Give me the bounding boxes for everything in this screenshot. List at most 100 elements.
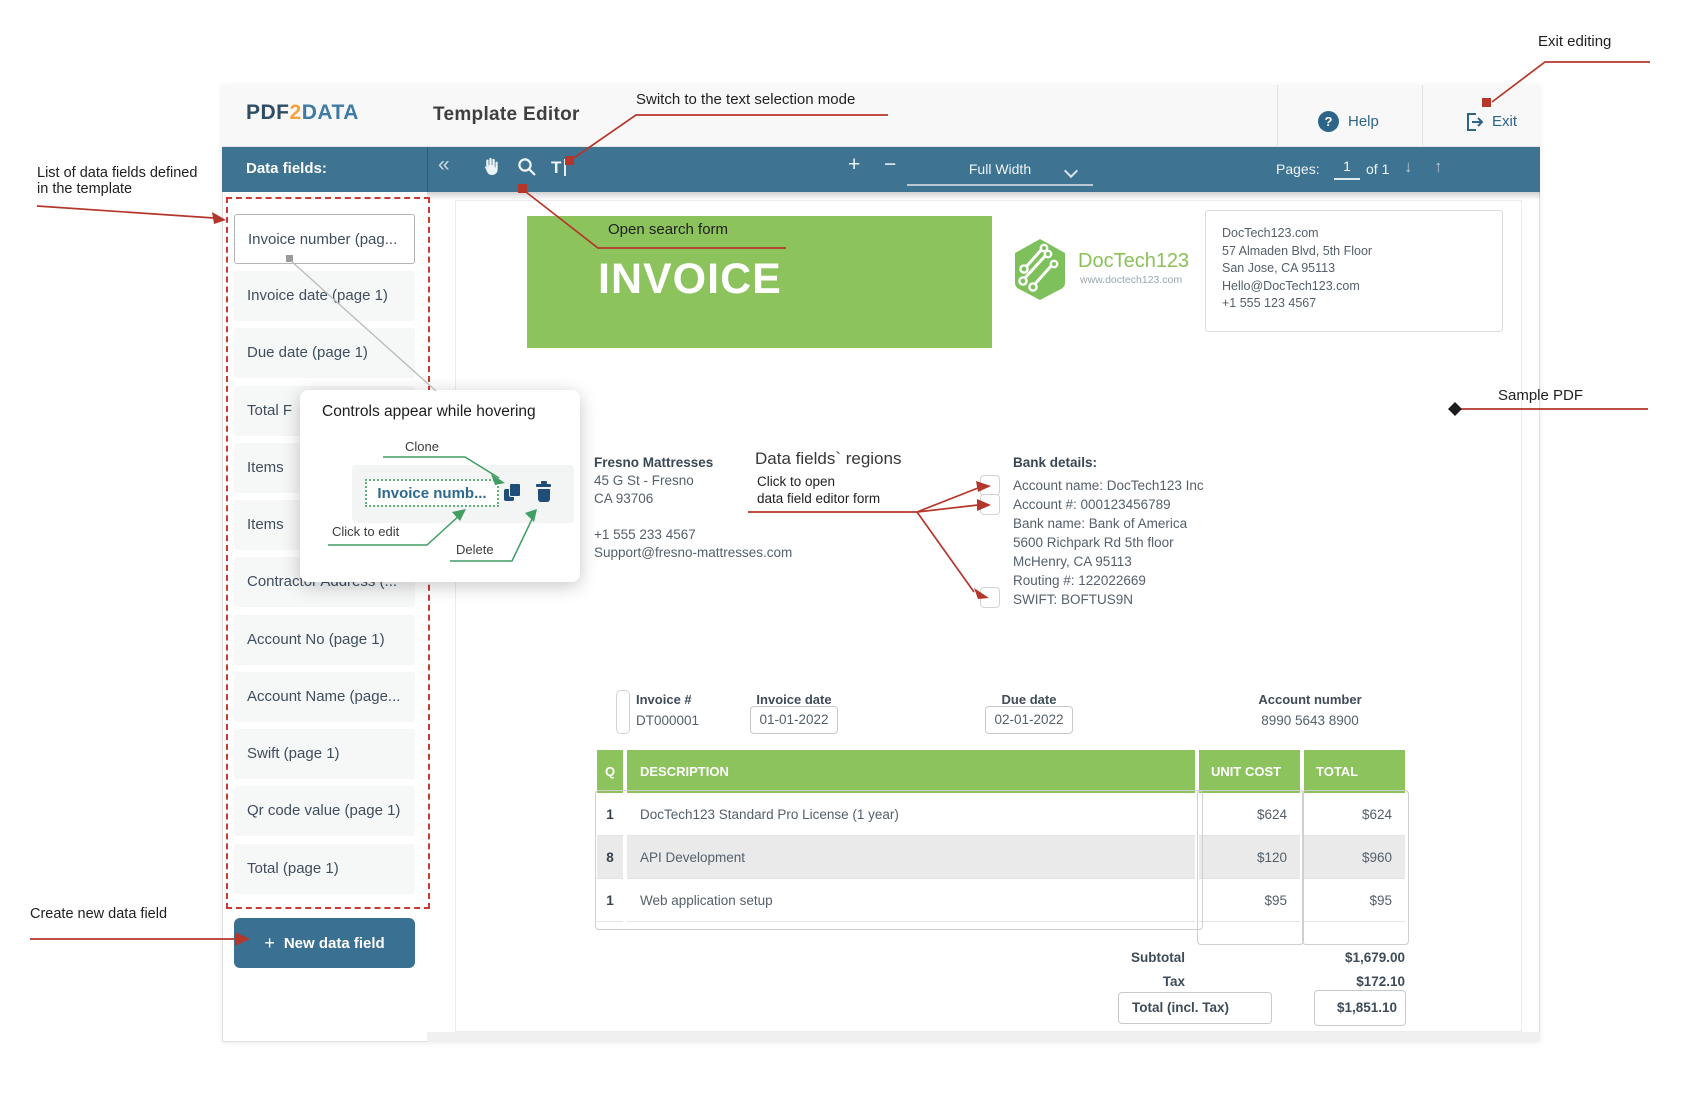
client-phone: +1 555 233 4567 [594, 527, 696, 542]
data-field-region-items-unit-cost[interactable] [1197, 790, 1304, 945]
page-up-icon[interactable]: ↑ [1434, 157, 1443, 177]
clone-annotation: Clone [405, 439, 439, 454]
data-field-region-invoice-date[interactable]: 01-01-2022 [750, 706, 838, 734]
invoice-number-value: DT000001 [636, 713, 699, 728]
column-header-unit-cost: UNIT COST [1199, 750, 1300, 793]
subtotal-value: $1,679.00 [1295, 950, 1405, 965]
bank-line: Bank name: Bank of America [1013, 516, 1187, 531]
sidebar-item-due-date[interactable]: Due date (page 1) [234, 328, 415, 378]
data-field-region-account-no[interactable] [980, 494, 1000, 515]
data-field-region-account-name[interactable] [980, 475, 1000, 496]
column-header-description: DESCRIPTION [627, 750, 1195, 793]
vendor-line: San Jose, CA 95113 [1222, 260, 1502, 278]
fields-list-annotation: List of data fields defined in the templ… [37, 165, 197, 197]
pages-total: of 1 [1366, 161, 1389, 177]
bank-line: 5600 Richpark Rd 5th floor [1013, 535, 1174, 550]
column-header-q: Q [597, 750, 623, 793]
zoom-in-icon[interactable]: + [848, 153, 860, 177]
logo-part-data: DATA [302, 101, 359, 124]
exit-icon[interactable] [1463, 111, 1485, 133]
account-number-value: 8990 5643 8900 [1240, 713, 1380, 728]
bank-line: McHenry, CA 95113 [1013, 554, 1132, 569]
app-header [222, 85, 1540, 147]
data-field-region-items-description[interactable] [595, 790, 1203, 930]
sidebar-panel-title: Data fields: [246, 160, 327, 177]
text-select-annotation: Switch to the text selection mode [636, 91, 855, 108]
tax-label: Tax [1035, 974, 1185, 989]
sidebar-item-swift[interactable]: Swift (page 1) [234, 729, 415, 779]
clone-icon[interactable] [504, 483, 522, 503]
page-title: Template Editor [433, 104, 580, 126]
tax-value: $172.10 [1295, 974, 1405, 989]
data-field-region-due-date[interactable]: 02-01-2022 [985, 706, 1073, 734]
sidebar-item-invoice-date[interactable]: Invoice date (page 1) [234, 271, 415, 321]
pan-hand-icon[interactable] [480, 156, 500, 177]
client-address-line: CA 93706 [594, 491, 653, 506]
header-divider [1422, 85, 1423, 147]
vendor-line: 57 Almaden Blvd, 5th Floor [1222, 243, 1502, 261]
regions-annotation-sub2: data field editor form [757, 491, 880, 506]
zoom-select-underline [907, 184, 1093, 186]
page-down-icon[interactable]: ↓ [1404, 157, 1413, 177]
search-icon[interactable] [517, 157, 537, 177]
plus-icon: + [264, 933, 275, 954]
click-to-edit-annotation: Click to edit [332, 524, 399, 539]
help-button[interactable]: Help [1348, 113, 1379, 130]
create-field-annotation: Create new data field [30, 906, 167, 922]
bank-line: Account name: DocTech123 Inc [1013, 478, 1204, 493]
logo-part-pdf: PDF [246, 101, 290, 124]
sidebar-item-invoice-number[interactable]: Invoice number (pag... [234, 214, 415, 264]
invoice-date-label: Invoice date [746, 692, 842, 707]
pdf2data-logo: PDF2DATA [246, 101, 359, 125]
subtotal-label: Subtotal [1035, 950, 1185, 965]
vendor-logo-name: DocTech123 [1078, 250, 1189, 273]
logo-part-2: 2 [290, 101, 302, 124]
data-field-region-total-label[interactable]: Total (incl. Tax) [1118, 992, 1272, 1024]
vendor-line: +1 555 123 4567 [1222, 295, 1502, 313]
pages-label: Pages: [1276, 161, 1320, 177]
viewport-shadow [427, 192, 1540, 200]
vendor-line: Hello@DocTech123.com [1222, 278, 1502, 296]
column-header-total: TOTAL [1304, 750, 1405, 793]
screen: PDF2DATA Template Editor ? Help Exit Dat… [0, 0, 1683, 1116]
exit-button[interactable]: Exit [1492, 113, 1517, 130]
vendor-address-card: DocTech123.com 57 Almaden Blvd, 5th Floo… [1205, 210, 1503, 332]
help-icon[interactable]: ? [1318, 111, 1339, 132]
header-divider [1277, 85, 1278, 147]
collapse-sidebar-icon[interactable]: « [438, 153, 450, 177]
invoice-number-label: Invoice # [636, 692, 692, 707]
text-select-icon[interactable]: T [551, 158, 566, 178]
bank-line: Routing #: 122022669 [1013, 573, 1146, 588]
sidebar-item-account-name[interactable]: Account Name (page... [234, 672, 415, 722]
data-field-region-items-total[interactable] [1302, 790, 1409, 945]
zoom-out-icon[interactable]: − [884, 153, 896, 177]
vendor-logo-url: www.doctech123.com [1080, 274, 1182, 286]
delete-trash-icon[interactable] [536, 481, 551, 502]
field-chip-invoice-number[interactable]: Invoice numb... [365, 479, 499, 507]
sidebar-item-account-no[interactable]: Account No (page 1) [234, 615, 415, 665]
data-field-region-total-value[interactable]: $1,851.10 [1314, 990, 1406, 1026]
doctech-logo-icon [1008, 237, 1072, 301]
viewport-bottom-strip [427, 1032, 1540, 1042]
client-name: Fresno Mattresses [594, 455, 713, 470]
open-search-annotation: Open search form [608, 221, 728, 238]
bank-line: Account #: 000123456789 [1013, 497, 1171, 512]
vendor-line: DocTech123.com [1222, 225, 1502, 243]
hover-popup-title: Controls appear while hovering [322, 403, 536, 421]
client-email: Support@fresno-mattresses.com [594, 545, 792, 560]
toolbar-divider [427, 147, 428, 192]
bank-details-title: Bank details: [1013, 455, 1097, 470]
sidebar-item-total[interactable]: Total (page 1) [234, 844, 415, 894]
sidebar-item-qr-code[interactable]: Qr code value (page 1) [234, 786, 415, 836]
delete-annotation: Delete [456, 542, 494, 557]
exit-editing-annotation: Exit editing [1538, 33, 1611, 50]
page-number-input[interactable]: 1 [1334, 156, 1360, 180]
new-data-field-button[interactable]: + New data field [234, 918, 415, 968]
regions-annotation-sub1: Click to open [757, 474, 835, 489]
bank-line: SWIFT: BOFTUS9N [1013, 592, 1133, 607]
regions-annotation-title: Data fields` regions [755, 449, 901, 469]
data-field-region-invoice-number[interactable] [616, 690, 630, 734]
client-address-line: 45 G St - Fresno [594, 473, 694, 488]
invoice-title: INVOICE [598, 255, 782, 304]
data-field-region-swift[interactable] [980, 587, 1000, 608]
